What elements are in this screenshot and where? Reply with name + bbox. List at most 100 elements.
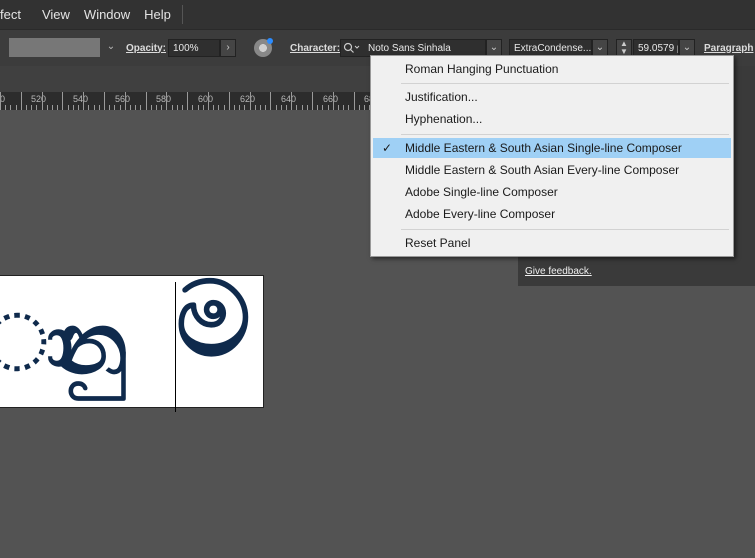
ruler-tick — [31, 105, 32, 110]
menu-item-me-every-line-composer[interactable]: Middle Eastern & South Asian Every-line … — [373, 160, 731, 180]
ruler-tick — [364, 105, 365, 110]
ruler-tick — [239, 105, 240, 110]
ruler-tick — [26, 105, 27, 110]
opacity-label[interactable]: Opacity: — [126, 30, 166, 66]
menu-item-label: Hyphenation... — [405, 112, 483, 126]
blue-dot-icon — [267, 38, 273, 44]
ruler-tick — [203, 105, 204, 110]
search-icon[interactable] — [343, 42, 361, 54]
menu-item-label: Middle Eastern & South Asian Every-line … — [405, 163, 680, 177]
menu-item-me-single-line-composer[interactable]: ✓ Middle Eastern & South Asian Single-li… — [373, 138, 731, 158]
ruler-tick — [125, 92, 126, 110]
ruler-tick — [68, 105, 69, 110]
ruler-tick — [166, 92, 167, 110]
ruler-label: 620 — [240, 94, 256, 104]
ruler-tick — [151, 105, 152, 110]
ruler-tick — [73, 105, 74, 110]
ruler-tick — [270, 92, 271, 110]
ruler-tick — [172, 105, 173, 110]
ruler-tick — [338, 105, 339, 110]
ruler-tick — [302, 105, 303, 110]
ruler-tick — [94, 105, 95, 110]
ruler-tick — [276, 105, 277, 110]
recolor-icon[interactable] — [254, 38, 273, 57]
menu-divider — [401, 83, 729, 84]
ruler-tick — [83, 92, 84, 110]
menu-item-adobe-single-line-composer[interactable]: Adobe Single-line Composer — [373, 182, 731, 202]
menu-item-adobe-every-line-composer[interactable]: Adobe Every-line Composer — [373, 204, 731, 224]
menu-item-label: Justification... — [405, 90, 478, 104]
menu-item-label: Adobe Every-line Composer — [405, 207, 556, 221]
chevron-right-icon[interactable]: › — [220, 39, 236, 57]
ruler-tick — [62, 92, 63, 110]
ruler-tick — [229, 92, 230, 110]
ruler-tick — [10, 105, 11, 110]
character-label[interactable]: Character: — [290, 30, 340, 66]
menu-divider — [401, 229, 729, 230]
ruler-tick — [198, 105, 199, 110]
menu-item-label: Reset Panel — [405, 236, 471, 250]
ruler-tick — [255, 105, 256, 110]
menu-item-label: Roman Hanging Punctuation — [405, 62, 559, 76]
ruler-tick — [0, 92, 1, 110]
menu-item-hyphenation[interactable]: Hyphenation... — [373, 109, 731, 129]
glyph-text: ම — [176, 258, 251, 380]
ruler-tick — [265, 105, 266, 110]
ruler-tick — [146, 92, 147, 110]
ruler-tick — [130, 105, 131, 110]
ruler-tick — [161, 105, 162, 110]
menu-view[interactable]: View — [28, 0, 77, 29]
chevron-down-icon[interactable]: ⌄ — [104, 39, 118, 55]
ruler-tick — [135, 105, 136, 110]
ruler-label: 660 — [323, 94, 339, 104]
ruler-tick — [192, 105, 193, 110]
ruler-tick — [348, 105, 349, 110]
menu-effect[interactable]: fect — [0, 0, 28, 29]
opacity-field[interactable]: 100% — [168, 39, 220, 57]
ruler-tick — [343, 105, 344, 110]
ruler-tick — [140, 105, 141, 110]
menu-item-justification[interactable]: Justification... — [373, 87, 731, 107]
ruler-tick — [244, 105, 245, 110]
ruler-tick — [234, 105, 235, 110]
ruler-label: 600 — [198, 94, 214, 104]
menu-window[interactable]: Window — [77, 0, 137, 29]
checkmark-icon: ✓ — [382, 141, 393, 155]
menu-item-label: Middle Eastern & South Asian Single-line… — [405, 141, 682, 155]
ruler-tick — [120, 105, 121, 110]
ruler-tick — [156, 105, 157, 110]
menu-divider — [401, 134, 729, 135]
ruler-tick — [322, 105, 323, 110]
ruler-tick — [47, 105, 48, 110]
ruler-tick — [333, 92, 334, 110]
ruler-tick — [208, 92, 209, 110]
ruler-tick — [182, 105, 183, 110]
text-cursor — [175, 282, 176, 412]
ruler-label: 540 — [73, 94, 89, 104]
menu-item-label: Adobe Single-line Composer — [405, 185, 558, 199]
ruler-tick — [307, 105, 308, 110]
menu-item-reset-panel[interactable]: Reset Panel — [373, 233, 731, 253]
style-swatch[interactable] — [9, 38, 100, 57]
ruler-tick — [36, 105, 37, 110]
ruler-tick — [109, 105, 110, 110]
ruler-tick — [260, 105, 261, 110]
menu-help[interactable]: Help — [137, 0, 178, 29]
menu-item-roman-hanging-punctuation[interactable]: Roman Hanging Punctuation — [373, 59, 731, 79]
ruler-tick — [354, 92, 355, 110]
ruler-tick — [328, 105, 329, 110]
ruler-tick — [213, 105, 214, 110]
ruler-tick — [78, 105, 79, 110]
ruler-tick — [52, 105, 53, 110]
ruler-label: 560 — [115, 94, 131, 104]
ruler-tick — [224, 105, 225, 110]
ruler-tick — [187, 92, 188, 110]
ruler-tick — [286, 105, 287, 110]
ruler-label: 580 — [156, 94, 172, 104]
panel-edge — [734, 66, 755, 286]
ruler-tick — [88, 105, 89, 110]
ruler-tick — [296, 105, 297, 110]
artboard[interactable]: ා නු ම — [0, 258, 264, 408]
give-feedback-link[interactable]: Give feedback. — [525, 266, 592, 277]
ruler-tick — [177, 105, 178, 110]
